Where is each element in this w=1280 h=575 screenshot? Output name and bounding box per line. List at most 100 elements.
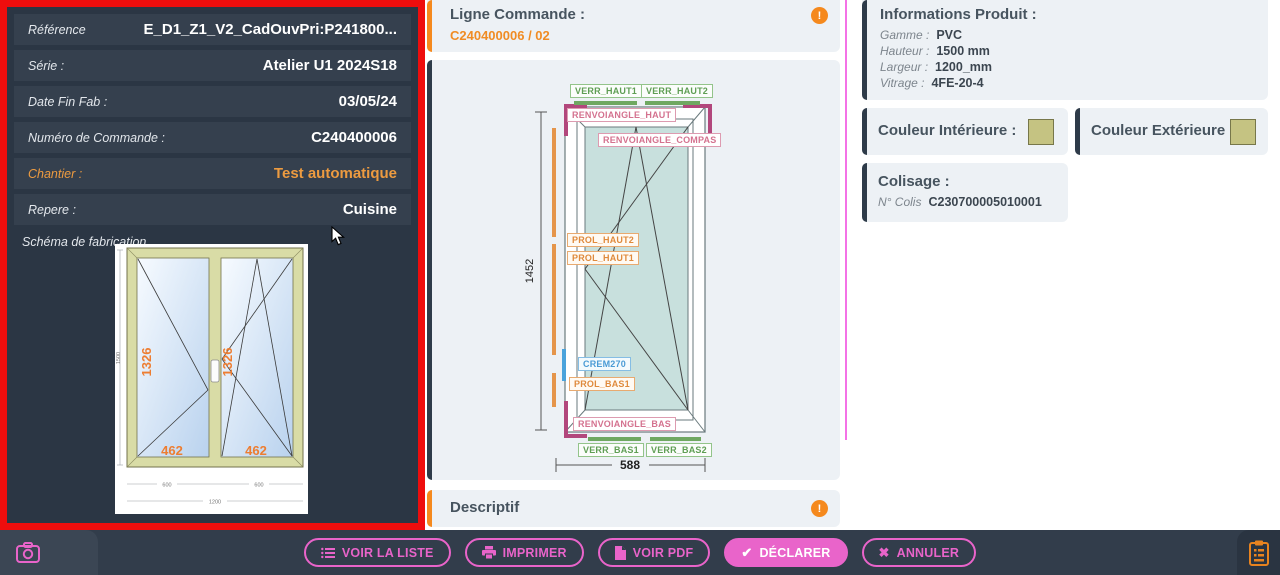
row-reference: Référence E_D1_Z1_V2_CadOuvPri:P241800..… bbox=[14, 14, 411, 45]
drawing-width-dim: 588 bbox=[620, 458, 640, 472]
voir-la-liste-button[interactable]: VOIR LA LISTE bbox=[304, 538, 451, 567]
row-value: 4FE-20-4 bbox=[931, 76, 983, 90]
exterior-color-swatch bbox=[1230, 119, 1256, 145]
row-value: C240400006 bbox=[311, 129, 397, 146]
window-schema-svg: 1500 1326 132 bbox=[115, 244, 308, 514]
alert-icon[interactable]: ! bbox=[811, 500, 828, 517]
clipboard-icon bbox=[1248, 540, 1270, 566]
row-value: 1200_mm bbox=[935, 60, 992, 74]
informations-produit-card: Informations Produit : Gamme : PVC Haute… bbox=[862, 0, 1268, 100]
row-vitrage: Vitrage : 4FE-20-4 bbox=[880, 76, 992, 92]
informations-produit-title: Informations Produit : bbox=[880, 6, 1037, 23]
annuler-button[interactable]: ✖ ANNULER bbox=[862, 538, 977, 567]
button-label: DÉCLARER bbox=[759, 546, 830, 560]
schema-pane-width-left: 600 bbox=[162, 483, 171, 489]
check-icon: ✔ bbox=[741, 546, 752, 559]
colis-label: N° Colis bbox=[878, 195, 921, 209]
row-repere: Repere : Cuisine bbox=[14, 194, 411, 225]
ligne-commande-number: C240400006 / 02 bbox=[450, 28, 550, 43]
row-value: PVC bbox=[936, 28, 962, 42]
fabrication-declaration-screen: Référence E_D1_Z1_V2_CadOuvPri:P241800..… bbox=[0, 0, 1280, 575]
verr-haut2-bar bbox=[645, 101, 700, 105]
list-icon bbox=[321, 547, 335, 559]
part-label-renvoiangle-haut: RENVOIANGLE_HAUT bbox=[567, 108, 676, 122]
colis-row: N° Colis C230700005010001 bbox=[878, 195, 1042, 209]
verr-haut1-bar bbox=[574, 101, 637, 105]
column-divider bbox=[845, 0, 847, 440]
colisage-card: Colisage : N° Colis C230700005010001 bbox=[862, 163, 1068, 222]
row-label: Gamme : bbox=[880, 28, 929, 42]
imprimer-button[interactable]: IMPRIMER bbox=[465, 538, 584, 567]
profile-bar-haut bbox=[552, 128, 556, 237]
button-label: ANNULER bbox=[897, 546, 960, 560]
clipboard-button[interactable] bbox=[1237, 530, 1280, 575]
product-info-rows: Gamme : PVC Hauteur : 1500 mm Largeur : … bbox=[880, 28, 992, 92]
row-gamme: Gamme : PVC bbox=[880, 28, 992, 44]
descriptif-title: Descriptif bbox=[450, 499, 519, 516]
row-largeur: Largeur : 1200_mm bbox=[880, 60, 992, 76]
colis-number: C230700005010001 bbox=[928, 195, 1041, 209]
part-label-prol-haut1: PROL_HAUT1 bbox=[567, 251, 639, 265]
part-label-crem270: CREM270 bbox=[578, 357, 631, 371]
interior-color-swatch bbox=[1028, 119, 1054, 145]
part-label-verr-bas1: VERR_BAS1 bbox=[578, 443, 644, 457]
part-label-renvoiangle-bas: RENVOIANGLE_BAS bbox=[573, 417, 676, 431]
file-icon bbox=[615, 546, 626, 560]
row-value: E_D1_Z1_V2_CadOuvPri:P241800... bbox=[144, 21, 397, 38]
row-value: 03/05/24 bbox=[339, 93, 397, 110]
part-label-verr-haut1: VERR_HAUT1 bbox=[570, 84, 642, 98]
verr-bas1-bar bbox=[588, 437, 641, 441]
couleur-exterieure-title: Couleur Extérieure : bbox=[1091, 122, 1234, 139]
part-label-verr-bas2: VERR_BAS2 bbox=[646, 443, 712, 457]
button-label: IMPRIMER bbox=[503, 546, 567, 560]
camera-button[interactable] bbox=[0, 530, 98, 575]
row-value: Cuisine bbox=[343, 201, 397, 218]
row-chantier: Chantier : Test automatique bbox=[14, 158, 411, 189]
row-label: Série : bbox=[28, 59, 64, 73]
declarer-button[interactable]: ✔ DÉCLARER bbox=[724, 538, 847, 567]
row-numero-commande: Numéro de Commande : C240400006 bbox=[14, 122, 411, 153]
voir-pdf-button[interactable]: VOIR PDF bbox=[598, 538, 711, 567]
schema-pane-width-right: 600 bbox=[254, 483, 263, 489]
schema-total-width: 1200 bbox=[209, 500, 221, 506]
profile-bar-bas bbox=[552, 373, 556, 407]
schema-sash-width-left: 462 bbox=[161, 443, 183, 458]
schema-sash-height-right: 1326 bbox=[220, 348, 235, 377]
button-label: VOIR PDF bbox=[633, 546, 694, 560]
row-value: 1500 mm bbox=[936, 44, 990, 58]
alert-icon[interactable]: ! bbox=[811, 7, 828, 24]
ligne-commande-card: Ligne Commande : C240400006 / 02 ! bbox=[427, 0, 840, 52]
reference-panel: Référence E_D1_Z1_V2_CadOuvPri:P241800..… bbox=[0, 0, 425, 530]
drawing-height-dim: 1452 bbox=[524, 259, 536, 283]
camera-icon bbox=[15, 541, 41, 565]
card-accent-bar bbox=[427, 490, 432, 527]
ligne-commande-title: Ligne Commande : bbox=[450, 6, 585, 23]
part-label-renvoiangle-compas: RENVOIANGLE_COMPAS bbox=[598, 133, 721, 147]
card-accent-bar bbox=[1075, 108, 1080, 155]
row-hauteur: Hauteur : 1500 mm bbox=[880, 44, 992, 60]
couleur-exterieure-card: Couleur Extérieure : bbox=[1075, 108, 1268, 155]
card-accent-bar bbox=[862, 108, 867, 155]
part-label-verr-haut2: VERR_HAUT2 bbox=[641, 84, 713, 98]
card-accent-bar bbox=[862, 0, 867, 100]
window-handle bbox=[211, 360, 219, 382]
crem-bar bbox=[562, 349, 566, 381]
schema-sash-width-right: 462 bbox=[245, 443, 267, 458]
card-accent-bar bbox=[862, 163, 867, 222]
fabrication-schema-image: 1500 1326 132 bbox=[115, 244, 308, 514]
couleur-interieure-title: Couleur Intérieure : bbox=[878, 122, 1016, 139]
button-label: VOIR LA LISTE bbox=[342, 546, 434, 560]
descriptif-card[interactable]: Descriptif ! bbox=[427, 490, 840, 527]
printer-icon bbox=[482, 546, 496, 559]
part-label-prol-bas1: PROL_BAS1 bbox=[569, 377, 635, 391]
part-label-prol-haut2: PROL_HAUT2 bbox=[567, 233, 639, 247]
row-label: Hauteur : bbox=[880, 44, 929, 58]
colisage-title: Colisage : bbox=[878, 173, 950, 190]
x-icon: ✖ bbox=[879, 546, 890, 559]
row-label: Repere : bbox=[28, 203, 76, 217]
row-label: Largeur : bbox=[880, 60, 928, 74]
action-toolbar: VOIR LA LISTE IMPRIMER VOIR PDF ✔ DÉCLAR… bbox=[0, 530, 1280, 575]
couleur-interieure-card: Couleur Intérieure : bbox=[862, 108, 1068, 155]
schema-sash-height-left: 1326 bbox=[139, 348, 154, 377]
row-label: Référence bbox=[28, 23, 86, 37]
